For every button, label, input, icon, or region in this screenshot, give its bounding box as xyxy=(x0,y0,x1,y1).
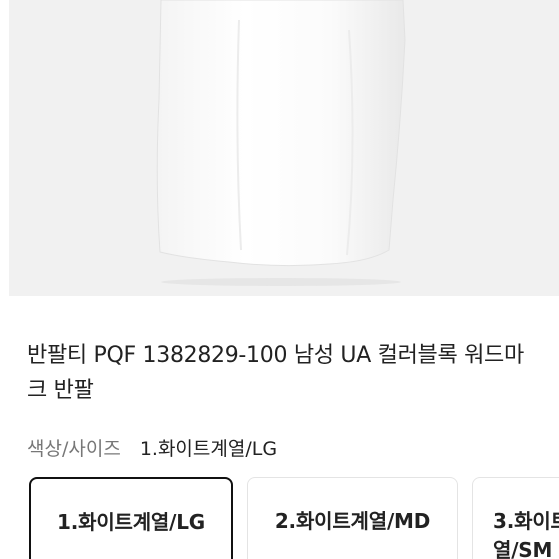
option-chip-1[interactable]: 1.화이트계열/LG xyxy=(29,477,233,559)
selected-option-value: 1.화이트계열/LG xyxy=(139,437,278,460)
product-image[interactable] xyxy=(9,0,559,296)
product-detail-page: 반팔티 PQF 1382829-100 남성 UA 컬러블록 워드마크 반팔 색… xyxy=(0,0,559,559)
option-chip-list: 1.화이트계열/LG 2.화이트계열/MD 3.화이트계열/SM xyxy=(29,477,559,559)
option-chip-2[interactable]: 2.화이트계열/MD xyxy=(247,477,458,559)
selected-option-row: 색상/사이즈 1.화이트계열/LG xyxy=(27,432,277,462)
option-label: 색상/사이즈 xyxy=(27,437,121,460)
tshirt-image xyxy=(9,0,559,296)
option-chip-3[interactable]: 3.화이트계열/SM xyxy=(472,477,559,559)
product-title: 반팔티 PQF 1382829-100 남성 UA 컬러블록 워드마크 반팔 xyxy=(27,343,524,403)
